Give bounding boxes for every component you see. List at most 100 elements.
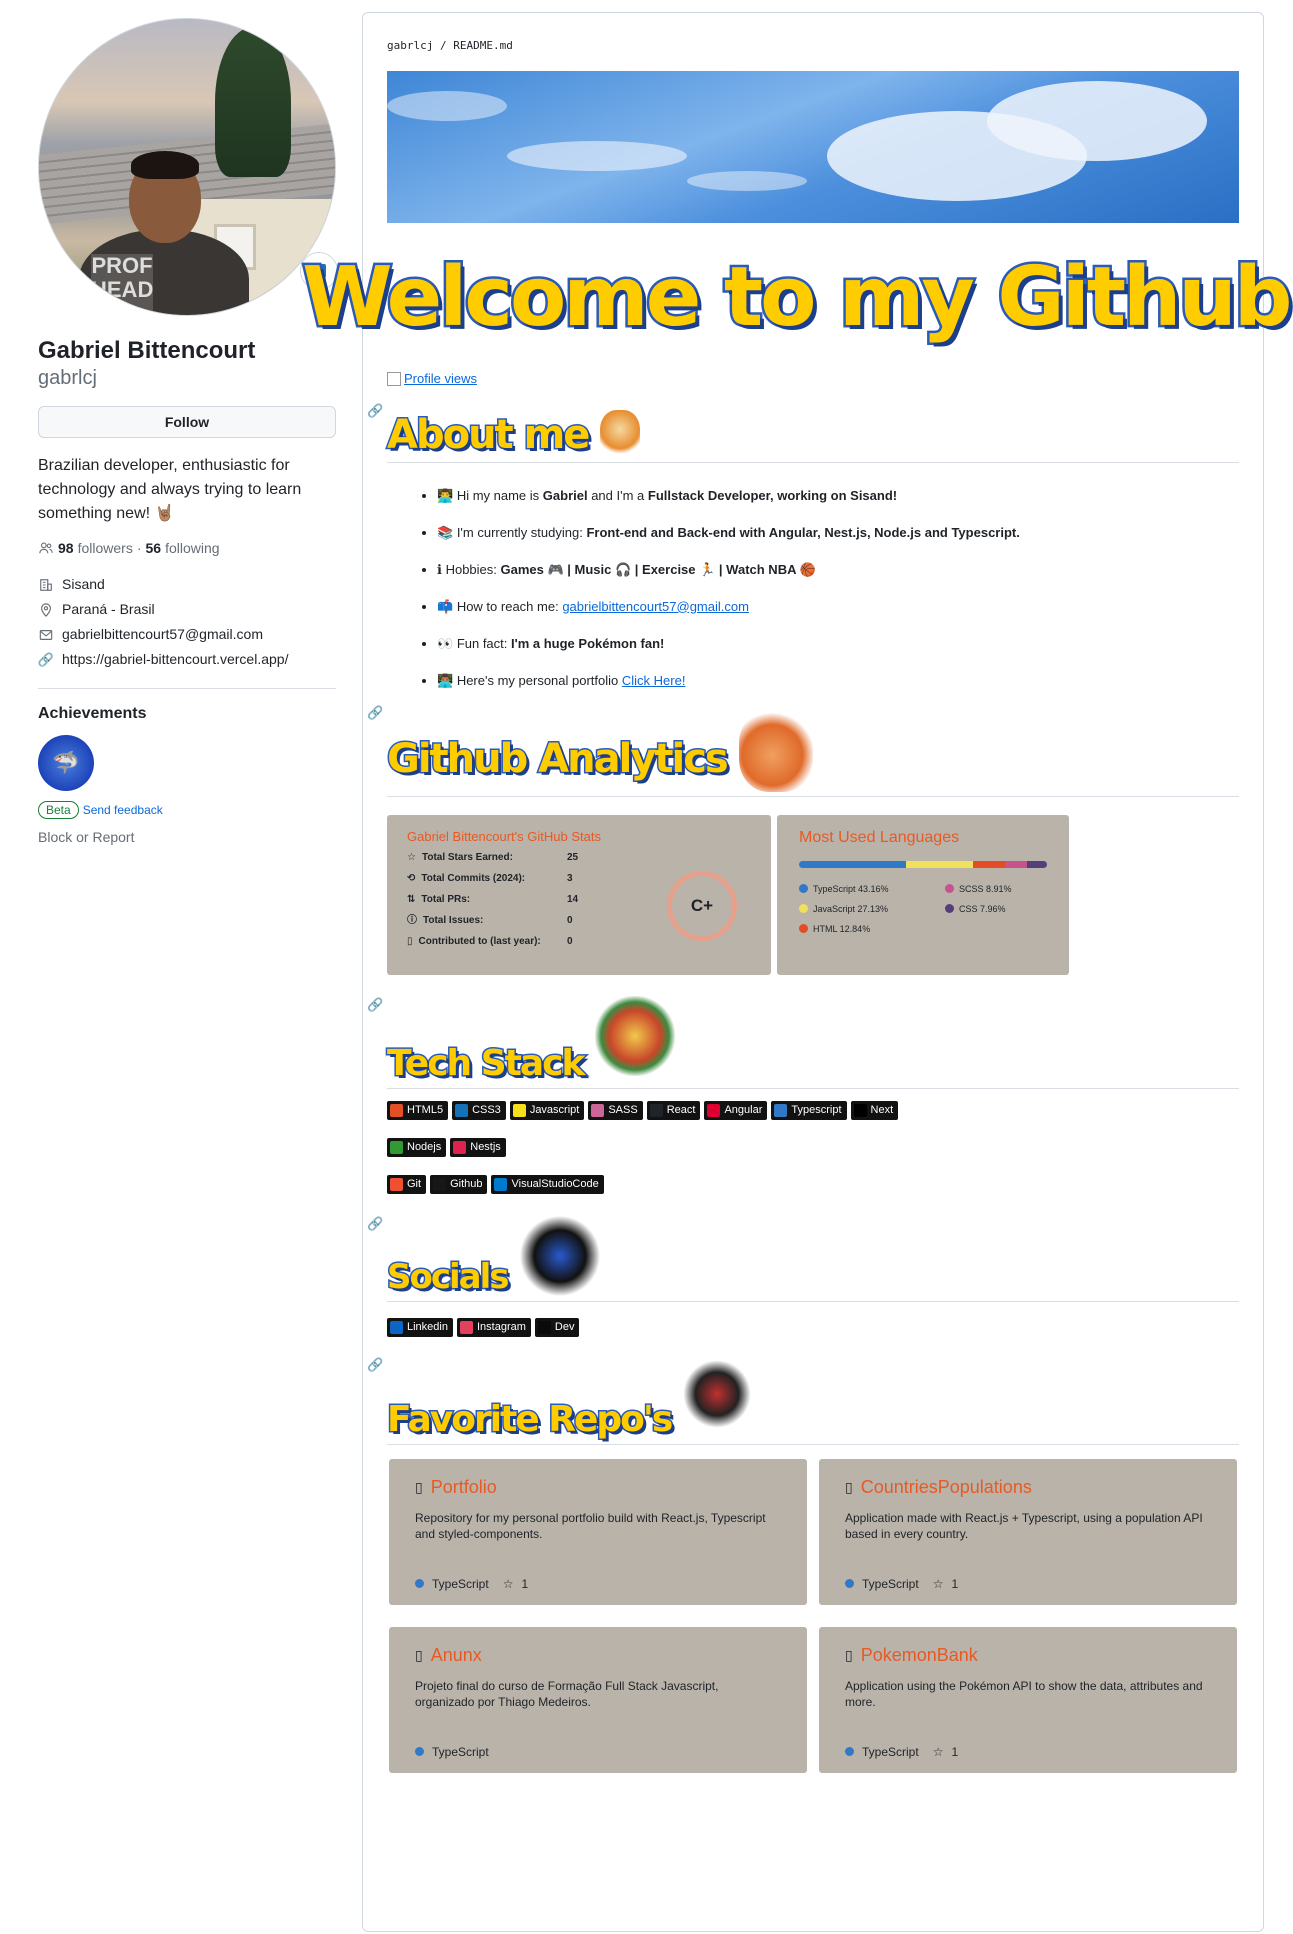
followers-count[interactable]: 98: [58, 540, 74, 556]
repo-card[interactable]: ▯ PokemonBank Application using the Pokémo…: [819, 1626, 1237, 1773]
repos-heading: Favorite Repo's: [385, 1397, 674, 1441]
about-item: 📚 I'm currently studying: Front-end and …: [437, 514, 1239, 551]
profile-sidebar: PROF HEAD Gabriel Bittencourt gabrlcj Fol…: [38, 18, 338, 845]
about-list: 👨‍💻 Hi my name is Gabriel and I'm a Full…: [387, 477, 1239, 699]
repo-card[interactable]: ▯ Portfolio Repository for my personal por…: [389, 1458, 807, 1605]
broken-image-icon: [387, 371, 401, 386]
repo-description: Application using the Pokémon API to sho…: [845, 1678, 1203, 1709]
following-label[interactable]: following: [165, 540, 219, 556]
anchor-link-icon[interactable]: 🔗: [367, 997, 383, 1013]
beta-label: Beta: [38, 801, 79, 819]
repo-meta: TypeScript: [415, 1745, 489, 1759]
block-report-link[interactable]: Block or Report: [38, 829, 336, 845]
badge-next[interactable]: Next: [850, 1100, 899, 1120]
send-feedback-link[interactable]: Send feedback: [83, 803, 163, 817]
email-link[interactable]: gabrielbittencourt57@gmail.com: [62, 622, 263, 647]
grade-ring: C+: [667, 870, 737, 941]
repo-icon: ▯: [407, 935, 413, 947]
profile-bio: Brazilian developer, enthusiastic for te…: [38, 457, 302, 522]
badge-react[interactable]: React: [646, 1100, 701, 1120]
badge-typescript[interactable]: Typescript: [771, 1100, 847, 1120]
language-bar-segment: [1027, 860, 1047, 868]
follow-button[interactable]: Follow: [38, 406, 336, 438]
badge-github[interactable]: Github: [430, 1174, 488, 1194]
about-item: 👀 Fun fact: I'm a huge Pokémon fan!: [437, 625, 1239, 662]
badge-nodejs[interactable]: Nodejs: [387, 1137, 447, 1157]
badge-angular[interactable]: Angular: [704, 1100, 768, 1120]
css3-icon: [455, 1103, 469, 1117]
star-icon: ☆: [932, 1744, 944, 1759]
following-count[interactable]: 56: [146, 540, 162, 556]
profile-details: Sisand Paraná - Brasil gabrielbittencour…: [38, 572, 336, 672]
avatar[interactable]: PROF HEAD: [38, 18, 336, 316]
language-dot-icon: [945, 884, 954, 893]
anchor-link-icon[interactable]: 🔗: [367, 1216, 383, 1232]
about-item: ℹ Hobbies: Games 🎮 | Music 🎧 | Exercise …: [437, 551, 1239, 588]
stats-card-title: Gabriel Bittencourt's GitHub Stats: [407, 828, 601, 844]
repo-meta: TypeScript ☆ 1: [845, 1745, 958, 1759]
badge-javascript[interactable]: Javascript: [509, 1100, 585, 1120]
repo-card[interactable]: ▯ Anunx Projeto final do curso de Formação…: [389, 1626, 807, 1773]
badge-sass[interactable]: SASS: [588, 1100, 643, 1120]
profile-name: Gabriel Bittencourt: [38, 337, 256, 364]
profile-views: Profile views: [387, 371, 1239, 389]
repo-name[interactable]: ▯ Anunx: [415, 1645, 781, 1666]
email-about-link[interactable]: gabrielbittencourt57@gmail.com: [562, 599, 749, 614]
badge-nestjs[interactable]: Nestjs: [450, 1137, 506, 1157]
location-text: Paraná - Brasil: [62, 601, 155, 617]
zekrom-sprite-icon: [519, 1214, 600, 1297]
nestjs-icon: [453, 1140, 467, 1154]
badge-html5[interactable]: HTML5: [387, 1100, 449, 1120]
readme-path-file: README.md: [453, 39, 513, 52]
badge-linkedin[interactable]: Linkedin: [387, 1317, 453, 1337]
about-heading: About me: [385, 410, 591, 459]
languages-card-title: Most Used Languages: [799, 828, 960, 846]
badge-visualstudiocode[interactable]: VisualStudioCode: [491, 1174, 604, 1194]
social-badges: Linkedin Instagram Dev: [387, 1317, 1239, 1337]
language-dot-icon: [845, 1579, 854, 1588]
followers-label[interactable]: followers: [78, 540, 133, 556]
repo-meta: TypeScript ☆ 1: [415, 1577, 528, 1591]
achievement-shark-icon[interactable]: 🦈: [38, 735, 94, 791]
website-link[interactable]: https://gabriel-bittencourt.vercel.app/: [62, 647, 288, 672]
location-icon: [38, 602, 54, 618]
tech-heading: Tech Stack: [385, 1041, 586, 1085]
badge-git[interactable]: Git: [387, 1174, 427, 1194]
profile-login: gabrlcj: [38, 367, 97, 389]
repo-name[interactable]: ▯ Portfolio: [415, 1477, 781, 1498]
badge-instagram[interactable]: Instagram: [456, 1317, 531, 1337]
website-row: 🔗 https://gabriel-bittencourt.vercel.app…: [38, 647, 336, 672]
repo-description: Repository for my personal portfolio bui…: [415, 1510, 766, 1541]
anchor-link-icon[interactable]: 🔗: [367, 1357, 383, 1373]
language-dot-icon: [799, 884, 808, 893]
repo-card[interactable]: ▯ CountriesPopulations Application made wi…: [819, 1458, 1237, 1605]
badge-css3[interactable]: CSS3: [452, 1100, 506, 1120]
portfolio-link[interactable]: Click Here!: [622, 673, 686, 688]
language-legend-item: JavaScript 27.13%: [799, 904, 945, 914]
repo-name[interactable]: ▯ PokemonBank: [845, 1645, 1211, 1666]
typescript-icon: [774, 1103, 788, 1117]
achievements-title[interactable]: Achievements: [38, 705, 336, 723]
repo-name[interactable]: ▯ CountriesPopulations: [845, 1477, 1211, 1498]
github-icon: [433, 1177, 447, 1191]
profile-views-link[interactable]: Profile views: [387, 371, 477, 386]
sass-icon: [591, 1103, 605, 1117]
languages-card: Most Used Languages TypeScript 43.16% SCS…: [777, 814, 1069, 975]
language-dot-icon: [415, 1747, 424, 1756]
readme-path: gabrlcj / README.md: [387, 39, 513, 52]
javascript-icon: [512, 1103, 526, 1117]
tech-badge-row: Git Github VisualStudioCode: [387, 1174, 1239, 1194]
language-dot-icon: [799, 904, 808, 913]
anchor-link-icon[interactable]: 🔗: [367, 403, 383, 419]
history-icon: ⟲: [407, 872, 416, 884]
visualstudiocode-icon: [494, 1177, 508, 1191]
beta-row: Beta Send feedback: [38, 801, 336, 819]
readme-path-user[interactable]: gabrlcj: [387, 39, 433, 52]
grade-text: C+: [690, 895, 714, 915]
language-dot-icon: [845, 1747, 854, 1756]
badge-dev[interactable]: Dev: [534, 1317, 580, 1337]
repo-description: Projeto final do curso de Formação Full …: [415, 1678, 719, 1709]
charizard-sprite-icon: [738, 709, 813, 792]
anchor-link-icon[interactable]: 🔗: [367, 705, 383, 721]
repo-meta: TypeScript ☆ 1: [845, 1577, 958, 1591]
